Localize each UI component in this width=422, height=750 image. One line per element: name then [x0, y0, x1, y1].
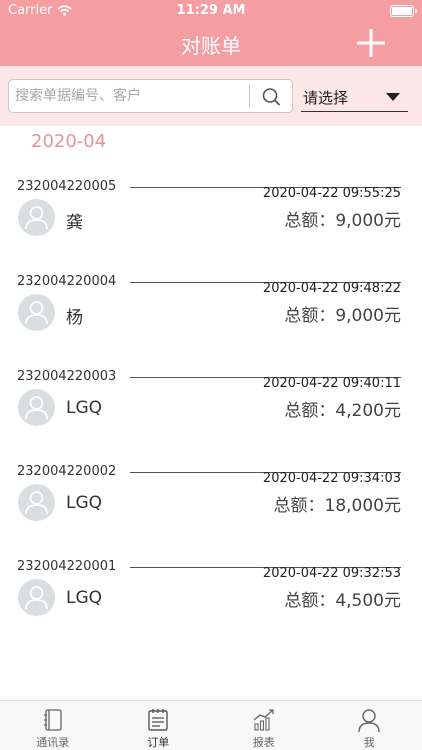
total-amount: 9,000元 — [335, 306, 401, 326]
battery-icon — [390, 5, 417, 17]
plus-icon[interactable] — [354, 26, 388, 60]
order-number: 232004220002 — [17, 464, 117, 479]
user-avatar-icon — [25, 396, 48, 420]
order-datetime: 2020-04-22 09:48:22 — [262, 281, 401, 296]
customer-select[interactable]: 请选择 — [301, 82, 408, 112]
tab-reports[interactable]: 报表 — [211, 701, 317, 750]
tab-me[interactable]: 我 — [317, 701, 422, 750]
customer-name: 杨 — [66, 308, 83, 328]
tab-label: 报表 — [252, 736, 275, 749]
user-avatar-icon — [25, 586, 48, 610]
order-datetime: 2020-04-22 09:40:11 — [262, 376, 401, 391]
total-label: 总额： — [284, 591, 336, 611]
order-number: 232004220001 — [17, 559, 117, 574]
order-item[interactable]: 232004220001 LGQ 2020-04-22 09:32:53 总额：… — [0, 559, 422, 629]
order-total: 总额： 9,000元 — [284, 206, 401, 231]
order-datetime: 2020-04-22 09:55:25 — [262, 186, 401, 201]
tab-contacts[interactable]: 通讯录 — [0, 701, 106, 750]
total-amount: 18,000元 — [324, 496, 401, 516]
total-amount: 9,000元 — [335, 211, 401, 231]
month-header: 2020-04 — [31, 131, 107, 152]
order-item[interactable]: 232004220004 杨 2020-04-22 09:48:22 总额： 9… — [0, 274, 422, 344]
order-total: 总额： 18,000元 — [274, 491, 401, 516]
order-number: 232004220005 — [17, 179, 117, 194]
nav-bar: 对账单 — [0, 22, 422, 66]
customer-name: 龚 — [66, 213, 83, 233]
tab-orders[interactable]: 订单 — [106, 701, 212, 750]
dropdown-arrow-icon — [386, 93, 400, 101]
search-box — [8, 79, 293, 113]
search-bar: 请选择 — [0, 66, 422, 126]
order-total: 总额： 4,500元 — [284, 586, 401, 611]
total-amount: 4,200元 — [335, 401, 401, 421]
tab-bar: 通讯录 订单 报表 我 — [0, 700, 422, 750]
total-amount: 4,500元 — [335, 591, 401, 611]
tab-label: 我 — [363, 736, 375, 749]
status-bar: Carrier 11:29 AM — [0, 0, 422, 22]
search-icon[interactable] — [257, 84, 287, 110]
total-label: 总额： — [284, 401, 336, 421]
order-datetime: 2020-04-22 09:34:03 — [262, 471, 401, 486]
total-label: 总额： — [284, 306, 336, 326]
user-avatar-icon — [25, 301, 48, 325]
order-datetime: 2020-04-22 09:32:53 — [262, 566, 401, 581]
customer-name: LGQ — [66, 398, 103, 418]
order-list-icon — [148, 709, 168, 731]
total-label: 总额： — [273, 496, 325, 516]
select-label: 请选择 — [303, 89, 349, 107]
search-input[interactable] — [15, 81, 247, 111]
avatar — [18, 579, 55, 616]
search-divider — [249, 84, 250, 108]
customer-name: LGQ — [66, 493, 103, 513]
order-number: 232004220004 — [17, 274, 117, 289]
tab-label: 通讯录 — [36, 736, 70, 749]
avatar — [18, 199, 55, 236]
select-underline — [301, 111, 408, 112]
avatar — [18, 294, 55, 331]
user-avatar-icon — [25, 206, 48, 230]
customer-name: LGQ — [66, 588, 103, 608]
avatar — [18, 389, 55, 426]
contacts-book-icon — [43, 709, 62, 731]
avatar — [18, 484, 55, 521]
total-label: 总额： — [284, 211, 336, 231]
report-chart-icon — [253, 709, 274, 731]
order-total: 总额： 4,200元 — [284, 396, 401, 421]
order-item[interactable]: 232004220005 龚 2020-04-22 09:55:25 总额： 9… — [0, 179, 422, 249]
tab-label: 订单 — [147, 736, 170, 749]
user-avatar-icon — [25, 491, 48, 515]
order-number: 232004220003 — [17, 369, 117, 384]
order-item[interactable]: 232004220002 LGQ 2020-04-22 09:34:03 总额：… — [0, 464, 422, 534]
person-icon — [358, 709, 380, 733]
order-item[interactable]: 232004220003 LGQ 2020-04-22 09:40:11 总额：… — [0, 369, 422, 439]
order-total: 总额： 9,000元 — [284, 301, 401, 326]
clock: 11:29 AM — [176, 3, 246, 18]
